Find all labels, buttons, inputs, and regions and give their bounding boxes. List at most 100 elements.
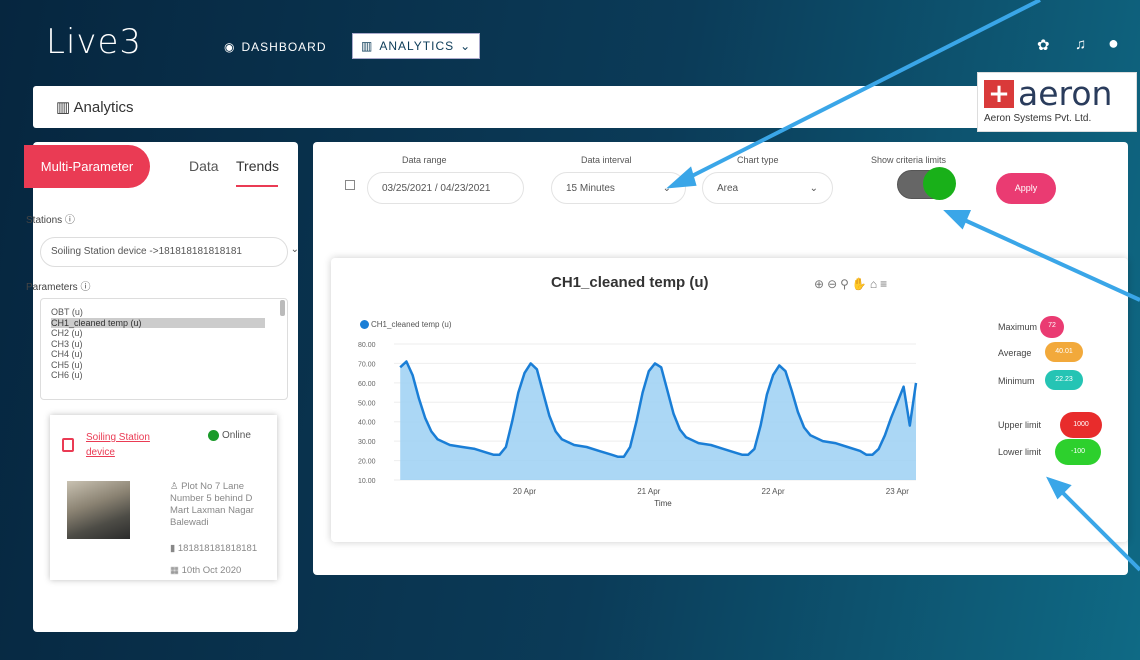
pan-icon[interactable]: ✋ — [852, 277, 870, 291]
page-header — [33, 86, 1128, 128]
minimum-label: Minimum — [998, 376, 1035, 386]
station-photo — [67, 481, 130, 539]
average-label: Average — [998, 348, 1032, 358]
parameter-item[interactable]: OBT (u) — [51, 307, 277, 318]
parameter-item[interactable]: CH4 (u) — [51, 349, 277, 360]
user-icon[interactable]: ● — [1108, 33, 1119, 54]
legend-marker — [360, 320, 369, 329]
y-tick-label: 70.00 — [358, 361, 376, 368]
nav-analytics[interactable]: ▥ ANALYTICS ⌄ — [352, 33, 481, 59]
x-tick-label: 21 Apr — [637, 487, 660, 496]
x-tick-label: 22 Apr — [762, 487, 785, 496]
upper-limit-label: Upper limit — [998, 420, 1042, 430]
date-range-label: Data range — [402, 155, 447, 165]
chart-type-label: Chart type — [737, 155, 779, 165]
home-icon[interactable]: ⌂ — [870, 277, 880, 291]
parameter-item[interactable]: CH3 (u) — [51, 339, 277, 350]
brand-name: aeron — [1018, 74, 1113, 113]
plus-icon: + — [984, 80, 1014, 108]
criteria-toggle-knob[interactable] — [923, 167, 956, 200]
interval-select[interactable]: 15 Minutes ⌄ — [551, 172, 686, 204]
chevron-down-icon: ⌄ — [809, 183, 818, 194]
tab-data[interactable]: Data — [189, 158, 219, 174]
search-icon[interactable]: ⚲ — [840, 277, 852, 291]
lower-limit-badge: -100 — [1055, 439, 1101, 465]
interval-label: Data interval — [581, 155, 632, 165]
maximum-label: Maximum — [998, 322, 1038, 332]
chart-title: CH1_cleaned temp (u) — [551, 274, 709, 291]
y-tick-label: 20.00 — [358, 459, 376, 466]
device-date: ▦ 10th Oct 2020 — [170, 565, 241, 576]
chevron-down-icon: ⌄ — [662, 183, 671, 194]
parameter-item[interactable]: CH2 (u) — [51, 328, 277, 339]
chart-toolbar: ⊕⊖⚲✋⌂≡ — [814, 277, 890, 291]
chevron-down-icon: ⌄ — [290, 244, 299, 255]
status-dot — [208, 430, 219, 441]
chart-icon: ▥ — [361, 39, 374, 53]
parameter-item-selected[interactable]: CH1_cleaned temp (u) — [51, 317, 265, 328]
nav-dashboard[interactable]: ◉ DASHBOARD — [224, 40, 327, 54]
parameter-item[interactable]: CH5 (u) — [51, 360, 277, 371]
status-text: Online — [222, 430, 251, 441]
x-tick-label: 23 Apr — [886, 487, 909, 496]
criteria-label: Show criteria limits — [871, 155, 947, 165]
brand-subtitle: Aeron Systems Pvt. Ltd. — [984, 113, 1092, 124]
calendar-icon[interactable] — [345, 180, 355, 190]
chevron-down-icon: ⌄ — [460, 39, 472, 53]
station-address: ♙ Plot No 7 Lane Number 5 behind D Mart … — [170, 481, 270, 529]
x-tick-label: 20 Apr — [513, 487, 536, 496]
y-tick-label: 60.00 — [358, 381, 376, 388]
chart-type-select[interactable]: Area ⌄ — [702, 172, 833, 204]
y-tick-label: 30.00 — [358, 439, 376, 446]
person-icon: ♙ — [170, 481, 182, 492]
y-tick-label: 80.00 — [358, 342, 376, 349]
dashboard-icon: ◉ — [224, 40, 236, 54]
parameter-list[interactable]: OBT (u) CH1_cleaned temp (u) CH2 (u) CH3… — [40, 298, 288, 400]
average-badge: 40.01 — [1045, 342, 1083, 362]
id-icon: ▮ — [170, 543, 178, 554]
lower-limit-label: Lower limit — [998, 447, 1042, 457]
legend-label[interactable]: CH1_cleaned temp (u) — [371, 320, 451, 329]
tab-trends[interactable]: Trends — [236, 158, 279, 174]
page-title: ▥ Analytics — [56, 98, 134, 116]
gear-icon[interactable]: ✿ — [1037, 36, 1050, 54]
station-select[interactable]: Soiling Station device ->181818181818181… — [40, 237, 299, 267]
app-logo[interactable]: Live3 — [46, 22, 142, 62]
station-select-value: Soiling Station device ->181818181818181 — [51, 246, 242, 257]
bell-icon[interactable]: ♫ — [1075, 36, 1086, 53]
date-range-input[interactable]: 03/25/2021 / 04/23/2021 — [367, 172, 524, 204]
device-id: ▮ 181818181818181 — [170, 543, 257, 554]
date-range-value: 03/25/2021 / 04/23/2021 — [382, 183, 491, 194]
chart-type-value: Area — [717, 183, 739, 194]
station-address-text: Plot No 7 Lane Number 5 behind D Mart La… — [170, 481, 254, 528]
tab-multi-parameter[interactable]: Multi-Parameter — [24, 145, 150, 188]
list-scrollbar[interactable] — [280, 300, 285, 316]
apply-button[interactable]: Apply — [996, 173, 1056, 204]
interval-value: 15 Minutes — [566, 183, 615, 194]
minimum-badge: 22.23 — [1045, 370, 1083, 390]
maximum-badge: 72 — [1040, 316, 1064, 338]
device-icon — [62, 438, 74, 452]
brand-name-row: + aeron — [984, 77, 1130, 111]
nav-dashboard-label: DASHBOARD — [241, 40, 327, 54]
page-title-text: Analytics — [73, 99, 134, 116]
nav-analytics-label: ANALYTICS — [379, 39, 455, 53]
area-chart: 80.00 70.00 60.00 50.00 40.00 30.00 20.00 10.00… — [358, 342, 918, 508]
zoom-out-icon[interactable]: ⊖ — [827, 277, 840, 291]
station-link[interactable]: Soiling Station device — [86, 430, 170, 460]
brand-logo: + aeron Aeron Systems Pvt. Ltd. — [977, 72, 1137, 132]
device-id-text: 181818181818181 — [177, 543, 258, 554]
active-tab-indicator — [236, 185, 278, 187]
upper-limit-badge: 1000 — [1060, 412, 1102, 438]
y-tick-label: 40.00 — [358, 420, 376, 427]
device-date-text: 10th Oct 2020 — [181, 565, 242, 576]
zoom-in-icon[interactable]: ⊕ — [814, 277, 827, 291]
parameter-item[interactable]: CH6 (u) — [51, 370, 277, 381]
y-tick-label: 50.00 — [358, 400, 376, 407]
y-tick-label: 10.00 — [358, 478, 376, 485]
menu-icon[interactable]: ≡ — [880, 277, 890, 291]
series-area — [400, 361, 916, 480]
calendar-icon: ▦ — [170, 565, 182, 576]
chart-icon: ▥ — [56, 99, 74, 116]
parameters-label: Parameters ⓘ — [26, 282, 91, 293]
